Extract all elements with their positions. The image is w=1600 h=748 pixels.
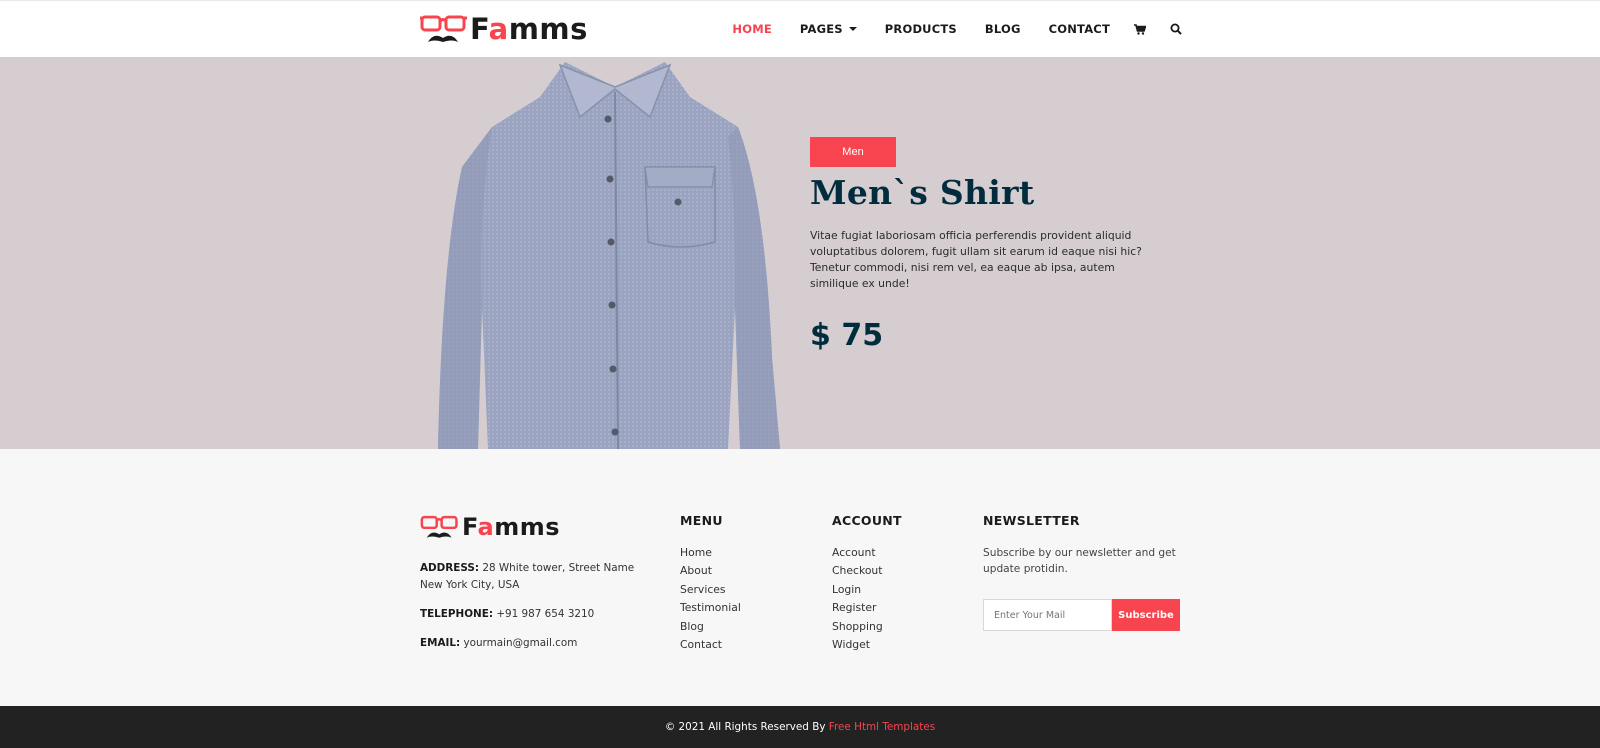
- cart-icon[interactable]: [1134, 23, 1146, 35]
- newsletter-email-input[interactable]: [983, 599, 1112, 631]
- footer-account-checkout[interactable]: Checkout: [832, 562, 902, 580]
- shirt-image: [438, 62, 780, 449]
- footer-menu-testimonial[interactable]: Testimonial: [680, 599, 741, 617]
- footer-account-login[interactable]: Login: [832, 581, 902, 599]
- search-icon[interactable]: [1170, 23, 1182, 35]
- category-badge[interactable]: Men: [810, 137, 896, 167]
- newsletter-form: Subscribe: [983, 599, 1183, 631]
- hero-banner: Men Men`s Shirt Vitae fugiat laboriosam …: [0, 57, 1600, 449]
- footer-account-shopping[interactable]: Shopping: [832, 618, 902, 636]
- glasses-mustache-icon: [420, 515, 458, 538]
- newsletter-text: Subscribe by our newsletter and get upda…: [983, 547, 1176, 575]
- nav-contact[interactable]: Contact: [1049, 22, 1110, 36]
- brand-name: Famms: [470, 12, 588, 46]
- product-price: $ 75: [810, 318, 884, 353]
- site-header: Famms Home Pages Products Blog Contact: [0, 0, 1600, 57]
- footer-account-account[interactable]: Account: [832, 544, 902, 562]
- footer-menu-services[interactable]: Services: [680, 581, 741, 599]
- hero-content: Men Men`s Shirt Vitae fugiat laboriosam …: [810, 137, 1150, 353]
- copyright-text: © 2021 All Rights Reserved By: [664, 721, 829, 733]
- copyright-bar: © 2021 All Rights Reserved By Free Html …: [0, 706, 1600, 748]
- footer-brand-name: Famms: [462, 513, 561, 541]
- copyright-link[interactable]: Free Html Templates: [829, 721, 935, 733]
- subscribe-button[interactable]: Subscribe: [1112, 599, 1180, 631]
- product-title: Men`s Shirt: [810, 173, 1035, 212]
- footer-menu-home[interactable]: Home: [680, 544, 741, 562]
- footer-menu: MENU Home About Services Testimonial Blo…: [680, 507, 741, 654]
- footer-account-heading: ACCOUNT: [832, 513, 902, 528]
- footer-about: Famms ADDRESS: 28 White tower, Street Na…: [420, 507, 660, 652]
- footer-menu-contact[interactable]: Contact: [680, 636, 741, 654]
- footer-telephone: TELEPHONE: +91 987 654 3210: [420, 608, 595, 620]
- caret-down-icon: [848, 27, 857, 31]
- nav-pages-label: Pages: [799, 22, 843, 36]
- nav-pages[interactable]: Pages: [800, 22, 857, 36]
- product-description: Vitae fugiat laboriosam officia perferen…: [810, 229, 1142, 290]
- nav-products[interactable]: Products: [885, 22, 957, 36]
- main-nav: Home Pages Products Blog Contact: [704, 22, 1182, 36]
- footer-logo[interactable]: Famms: [420, 507, 660, 547]
- footer-account: ACCOUNT Account Checkout Login Register …: [832, 507, 902, 654]
- footer-menu-about[interactable]: About: [680, 562, 741, 580]
- nav-home[interactable]: Home: [732, 22, 772, 36]
- glasses-mustache-icon: [420, 15, 467, 42]
- footer-account-register[interactable]: Register: [832, 599, 902, 617]
- site-footer: Famms ADDRESS: 28 White tower, Street Na…: [0, 449, 1600, 706]
- newsletter-heading: NEWSLETTER: [983, 513, 1080, 528]
- brand-logo[interactable]: Famms: [420, 9, 588, 49]
- footer-menu-blog[interactable]: Blog: [680, 618, 741, 636]
- footer-account-widget[interactable]: Widget: [832, 636, 902, 654]
- footer-address: ADDRESS: 28 White tower, Street Name New…: [420, 562, 635, 591]
- footer-newsletter: NEWSLETTER Subscribe by our newsletter a…: [983, 507, 1183, 631]
- footer-email: EMAIL: yourmain@gmail.com: [420, 637, 578, 649]
- footer-menu-heading: MENU: [680, 513, 723, 528]
- nav-blog[interactable]: Blog: [985, 22, 1021, 36]
